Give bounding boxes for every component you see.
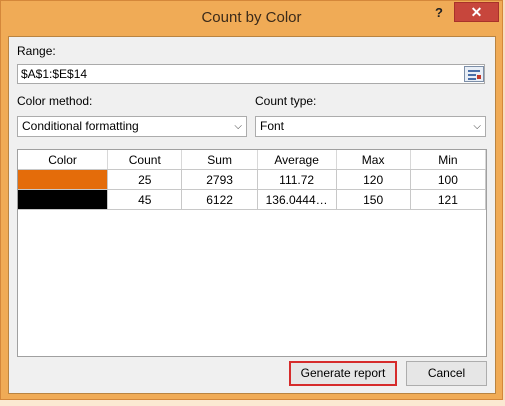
count-type-select[interactable]: Font ⌵: [255, 116, 486, 137]
close-button[interactable]: ✕: [454, 2, 499, 22]
title-bar[interactable]: Count by Color ? ✕: [1, 1, 502, 35]
results-table: Color Count Sum Average Max Min 25 2793 …: [18, 150, 487, 210]
color-swatch: [18, 169, 109, 190]
sum-cell: 6122: [181, 189, 258, 210]
average-cell: 136.0444…: [257, 189, 337, 210]
color-method-label: Color method:: [17, 94, 93, 108]
results-grid[interactable]: Color Count Sum Average Max Min 25 2793 …: [17, 149, 487, 357]
table-row[interactable]: 45 6122 136.0444… 150 121: [18, 189, 487, 210]
count-type-label: Count type:: [255, 94, 317, 108]
chevron-down-icon: ⌵: [473, 121, 481, 132]
generate-report-button[interactable]: Generate report: [289, 361, 397, 386]
count-cell: 45: [107, 189, 183, 210]
max-cell: 150: [336, 189, 411, 210]
column-header-color[interactable]: Color: [18, 150, 109, 170]
background-strip-bottom: [0, 400, 505, 406]
table-row[interactable]: 25 2793 111.72 120 100: [18, 169, 487, 190]
color-method-select[interactable]: Conditional formatting ⌵: [17, 116, 247, 137]
max-cell: 120: [336, 169, 411, 190]
column-header-max[interactable]: Max: [336, 150, 411, 170]
range-label: Range:: [17, 44, 56, 58]
count-by-color-dialog: Count by Color ? ✕ Range: $A$1:$E$14 Col…: [0, 0, 503, 400]
average-cell: 111.72: [257, 169, 337, 190]
column-header-count[interactable]: Count: [107, 150, 183, 170]
help-icon[interactable]: ?: [432, 5, 446, 21]
sum-cell: 2793: [181, 169, 258, 190]
column-header-sum[interactable]: Sum: [181, 150, 258, 170]
min-cell: 100: [410, 169, 487, 190]
column-header-min[interactable]: Min: [410, 150, 487, 170]
color-method-value: Conditional formatting: [22, 119, 139, 133]
table-header-row: Color Count Sum Average Max Min: [18, 150, 487, 170]
range-input[interactable]: $A$1:$E$14: [17, 64, 485, 84]
dialog-body: Range: $A$1:$E$14 Color method: Conditio…: [8, 36, 496, 394]
min-cell: 121: [410, 189, 487, 210]
color-swatch: [18, 189, 109, 210]
cancel-button[interactable]: Cancel: [406, 361, 487, 386]
column-header-average[interactable]: Average: [257, 150, 337, 170]
range-select-icon[interactable]: [464, 66, 484, 82]
chevron-down-icon: ⌵: [234, 121, 242, 132]
count-type-value: Font: [260, 119, 285, 133]
dialog-title: Count by Color: [201, 9, 302, 26]
count-cell: 25: [107, 169, 183, 190]
